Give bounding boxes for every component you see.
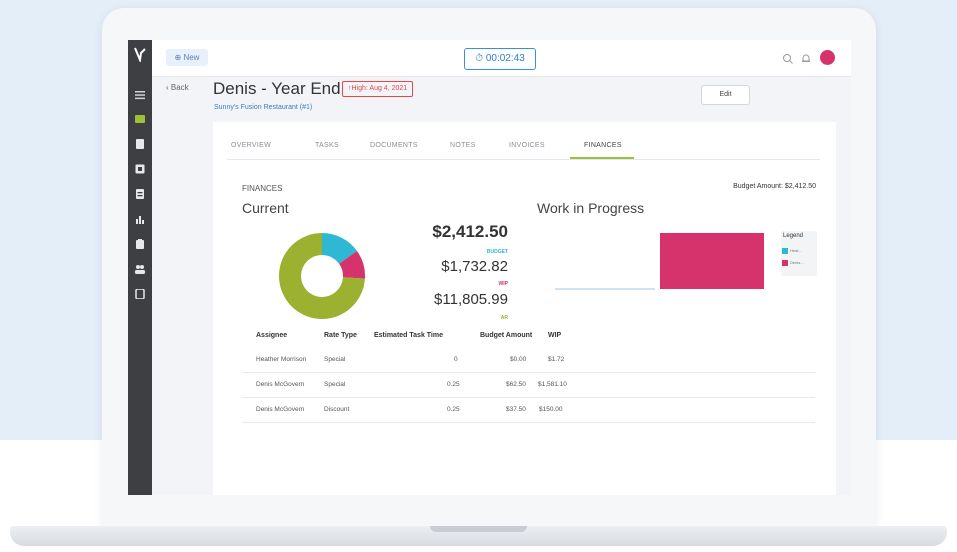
tab-documents[interactable]: DOCUMENTS <box>370 142 418 149</box>
team-icon[interactable] <box>135 264 145 274</box>
finance-donut-chart <box>279 233 365 319</box>
cell-assignee: Denis McGovern <box>256 381 305 388</box>
tab-notes[interactable]: NOTES <box>450 142 476 149</box>
finances-card: OVERVIEW TASKS DOCUMENTS NOTES INVOICES … <box>213 122 836 495</box>
archive-icon[interactable] <box>135 189 145 199</box>
tab-finances[interactable]: FINANCES <box>584 142 622 149</box>
budget-label: BUDGET <box>486 249 508 255</box>
tab-invoices[interactable]: INVOICES <box>509 142 545 149</box>
col-rate-type: Rate Type <box>324 332 357 339</box>
legend-title: Legend <box>783 233 804 239</box>
active-tab-indicator <box>570 157 634 159</box>
page-title: Denis - Year End <box>213 79 341 98</box>
cell-budget: $0.00 <box>510 356 527 363</box>
cell-assignee: Heather Morrison <box>256 356 307 363</box>
table-row[interactable]: Denis McGovern Discount 0.25 $37.50 $150… <box>242 398 815 423</box>
priority-badge: ↑High: Aug 4, 2021 <box>342 81 414 97</box>
cell-wip: $1.72 <box>548 356 565 363</box>
section-label: FINANCES <box>242 184 283 193</box>
clipboard-icon[interactable] <box>135 239 145 249</box>
timer-value: 00:02:43 <box>485 53 525 64</box>
cell-assignee: Denis McGovern <box>256 406 305 413</box>
timer[interactable]: ⏱ 00:02:43 <box>464 48 536 70</box>
copy-icon[interactable] <box>135 289 145 299</box>
edit-button[interactable]: Edit <box>701 85 750 105</box>
search-icon[interactable] <box>782 52 794 64</box>
legend-item-2: Denis... <box>790 260 804 265</box>
budget-amount-summary: Budget Amount: $2,412.50 <box>733 183 816 190</box>
list-icon[interactable] <box>135 90 145 100</box>
new-button-label: New <box>183 53 200 62</box>
app-screen: ⊕ New ⏱ 00:02:43 ‹ Back Denis - Year End… <box>128 40 851 495</box>
tab-tasks[interactable]: TASKS <box>315 142 339 149</box>
back-label: Back <box>170 83 189 92</box>
avatar[interactable] <box>820 50 835 65</box>
reports-icon[interactable] <box>135 214 145 224</box>
tab-overview[interactable]: OVERVIEW <box>231 142 271 149</box>
cell-est-time: 0.25 <box>447 406 460 413</box>
cell-wip: $150.00 <box>539 406 563 413</box>
new-button[interactable]: ⊕ New <box>166 49 208 66</box>
legend-swatch-pink <box>782 260 788 266</box>
bell-icon[interactable] <box>800 52 812 64</box>
cell-rate-type: Special <box>324 381 346 388</box>
wip-bar-chart <box>555 233 764 290</box>
topbar: ⊕ New ⏱ 00:02:43 <box>152 40 851 77</box>
cell-est-time: 0.25 <box>447 381 460 388</box>
sidebar <box>128 40 152 495</box>
priority-text: High: Aug 4, 2021 <box>351 85 408 92</box>
col-estimated-time: Estimated Task Time <box>374 332 443 339</box>
back-link[interactable]: ‹ Back <box>166 83 189 92</box>
cell-rate-type: Special <box>324 356 346 363</box>
legend-item-1: Heat... <box>790 248 802 253</box>
ar-value: $11,805.99 <box>434 291 508 308</box>
document-icon[interactable] <box>135 139 145 149</box>
table-row[interactable]: Heather Morrison Special 0 $0.00 $1.72 <box>242 348 815 373</box>
invoice-icon[interactable] <box>135 164 145 174</box>
wip-label: WIP <box>498 281 508 287</box>
budget-value: $2,412.50 <box>432 222 508 241</box>
cell-est-time: 0 <box>454 356 458 363</box>
client-link[interactable]: Sunny's Fusion Restaurant (#1) <box>214 104 312 111</box>
legend-swatch-teal <box>782 248 788 254</box>
cell-budget: $62.50 <box>506 381 526 388</box>
col-wip: WIP <box>548 332 562 339</box>
col-assignee: Assignee <box>256 332 288 339</box>
current-heading: Current <box>242 200 289 216</box>
col-budget-amount: Budget Amount <box>480 332 533 339</box>
app-logo[interactable] <box>133 46 147 64</box>
ar-label: AR <box>500 315 508 321</box>
cell-budget: $37.50 <box>506 406 526 413</box>
folder-icon[interactable] <box>135 114 145 124</box>
table-row[interactable]: Denis McGovern Special 0.25 $62.50 $1,58… <box>242 373 815 398</box>
wip-value: $1,732.82 <box>441 258 508 275</box>
wip-bar-denis <box>660 233 764 289</box>
laptop-notch <box>430 526 527 532</box>
wip-heading: Work in Progress <box>537 200 645 216</box>
tab-bar: OVERVIEW TASKS DOCUMENTS NOTES INVOICES … <box>227 137 820 160</box>
cell-wip: $1,581.10 <box>538 381 567 388</box>
cell-rate-type: Discount <box>324 406 350 413</box>
